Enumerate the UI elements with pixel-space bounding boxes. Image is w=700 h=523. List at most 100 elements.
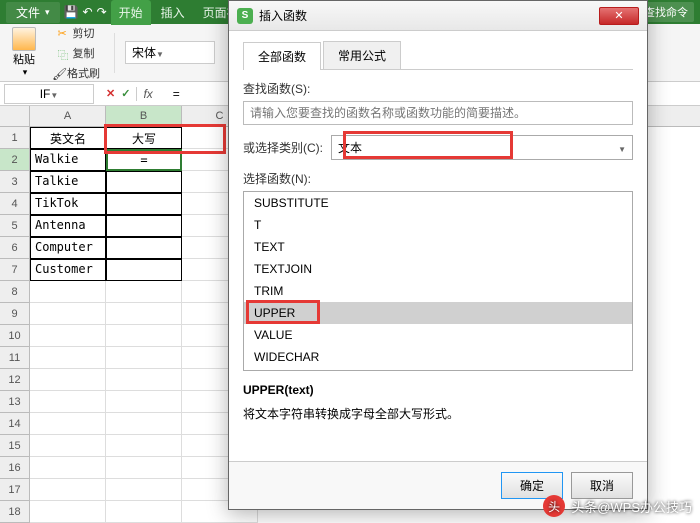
function-item-widechar[interactable]: WIDECHAR [244, 346, 632, 368]
cell[interactable] [106, 457, 182, 479]
function-item-value[interactable]: VALUE [244, 324, 632, 346]
cell[interactable] [30, 281, 106, 303]
cell[interactable] [106, 237, 182, 259]
copy-button[interactable]: 复制 [54, 44, 99, 62]
close-icon[interactable]: ✕ [599, 7, 639, 25]
cell[interactable] [106, 413, 182, 435]
cell[interactable] [106, 369, 182, 391]
function-item-text[interactable]: TEXT [244, 236, 632, 258]
row-header[interactable]: 10 [0, 325, 30, 347]
cell[interactable] [30, 479, 106, 501]
font-group: 宋体 [125, 41, 215, 64]
row-header[interactable]: 12 [0, 369, 30, 391]
function-item-t[interactable]: T [244, 214, 632, 236]
category-value: 文本 [338, 139, 362, 156]
paste-button[interactable]: 粘贴 [6, 25, 42, 80]
name-box[interactable]: IF [4, 84, 94, 104]
cell[interactable] [106, 215, 182, 237]
row-header[interactable]: 8 [0, 281, 30, 303]
row-header[interactable]: 1 [0, 127, 30, 149]
cell[interactable]: Walkie [30, 149, 106, 171]
function-item-substitute[interactable]: SUBSTITUTE [244, 192, 632, 214]
format-painter-button[interactable]: 格式刷 [48, 64, 104, 82]
row-header[interactable]: 2 [0, 149, 30, 171]
row-header[interactable]: 13 [0, 391, 30, 413]
category-row: 或选择类别(C): 文本 [243, 135, 633, 160]
cell[interactable] [106, 281, 182, 303]
fx-icon[interactable]: fx [136, 87, 158, 101]
cell[interactable]: Computer [30, 237, 106, 259]
row-header[interactable]: 5 [0, 215, 30, 237]
function-search-input[interactable] [243, 101, 633, 125]
cell[interactable] [106, 479, 182, 501]
cancel-formula-icon[interactable]: ✕ [106, 87, 115, 101]
function-description: UPPER(text) 将文本字符串转换成字母全部大写形式。 [243, 383, 633, 422]
cell[interactable]: Talkie [30, 171, 106, 193]
copy-label: 复制 [73, 45, 95, 61]
cell[interactable] [106, 193, 182, 215]
tab-common-formulas[interactable]: 常用公式 [323, 41, 401, 69]
cell[interactable] [106, 391, 182, 413]
format-painter-label: 格式刷 [67, 65, 100, 81]
row-header[interactable]: 7 [0, 259, 30, 281]
undo-icon[interactable]: ↶ [83, 5, 93, 19]
row-header[interactable]: 11 [0, 347, 30, 369]
select-all-corner[interactable] [0, 106, 30, 126]
row-header[interactable]: 16 [0, 457, 30, 479]
row-header[interactable]: 3 [0, 171, 30, 193]
dialog-tabs: 全部函数 常用公式 [243, 41, 633, 70]
tab-home[interactable]: 开始 [111, 0, 151, 25]
save-icon[interactable]: 💾 [64, 5, 79, 19]
copy-icon [58, 47, 70, 59]
cell[interactable] [106, 501, 182, 523]
cell[interactable] [106, 303, 182, 325]
redo-icon[interactable]: ↷ [97, 5, 107, 19]
row-header[interactable]: 14 [0, 413, 30, 435]
cell[interactable] [106, 435, 182, 457]
cell[interactable] [30, 413, 106, 435]
cell[interactable]: Antenna [30, 215, 106, 237]
function-list[interactable]: SUBSTITUTETTEXTTEXTJOINTRIMUPPERVALUEWID… [243, 191, 633, 371]
function-item-upper[interactable]: UPPER [244, 302, 632, 324]
cell[interactable]: TikTok [30, 193, 106, 215]
cell[interactable] [30, 501, 106, 523]
row-header[interactable]: 4 [0, 193, 30, 215]
wps-icon: S [237, 8, 253, 24]
file-menu[interactable]: 文件 [6, 2, 60, 23]
dialog-titlebar[interactable]: S 插入函数 ✕ [229, 1, 647, 31]
row-header[interactable]: 15 [0, 435, 30, 457]
cell[interactable] [30, 435, 106, 457]
font-value: 宋体 [132, 46, 156, 60]
cell[interactable] [106, 171, 182, 193]
function-item-trim[interactable]: TRIM [244, 280, 632, 302]
confirm-formula-icon[interactable]: ✓ [121, 87, 130, 101]
row-header[interactable]: 6 [0, 237, 30, 259]
cell[interactable] [106, 259, 182, 281]
col-header-b[interactable]: B [106, 106, 182, 126]
cell[interactable] [106, 347, 182, 369]
cell[interactable] [30, 457, 106, 479]
cell[interactable] [30, 303, 106, 325]
cell[interactable] [30, 391, 106, 413]
row-header[interactable]: 17 [0, 479, 30, 501]
row-header[interactable]: 18 [0, 501, 30, 523]
cell[interactable]: = [106, 149, 182, 171]
cell[interactable] [30, 325, 106, 347]
tab-all-functions[interactable]: 全部函数 [243, 42, 321, 70]
cell[interactable] [30, 369, 106, 391]
paste-icon [12, 27, 36, 51]
cut-button[interactable]: 剪切 [54, 24, 99, 42]
cell[interactable] [30, 347, 106, 369]
cell[interactable]: Customer [30, 259, 106, 281]
cell[interactable] [106, 325, 182, 347]
tab-insert[interactable]: 插入 [153, 0, 193, 25]
chevron-down-icon [618, 141, 626, 155]
watermark: 头 头条@WPS办公技巧 [543, 495, 692, 517]
category-select[interactable]: 文本 [331, 135, 633, 160]
font-select[interactable]: 宋体 [125, 41, 215, 64]
cell[interactable]: 大写 [106, 127, 182, 149]
cell[interactable]: 英文名 [30, 127, 106, 149]
function-item-textjoin[interactable]: TEXTJOIN [244, 258, 632, 280]
row-header[interactable]: 9 [0, 303, 30, 325]
col-header-a[interactable]: A [30, 106, 106, 126]
